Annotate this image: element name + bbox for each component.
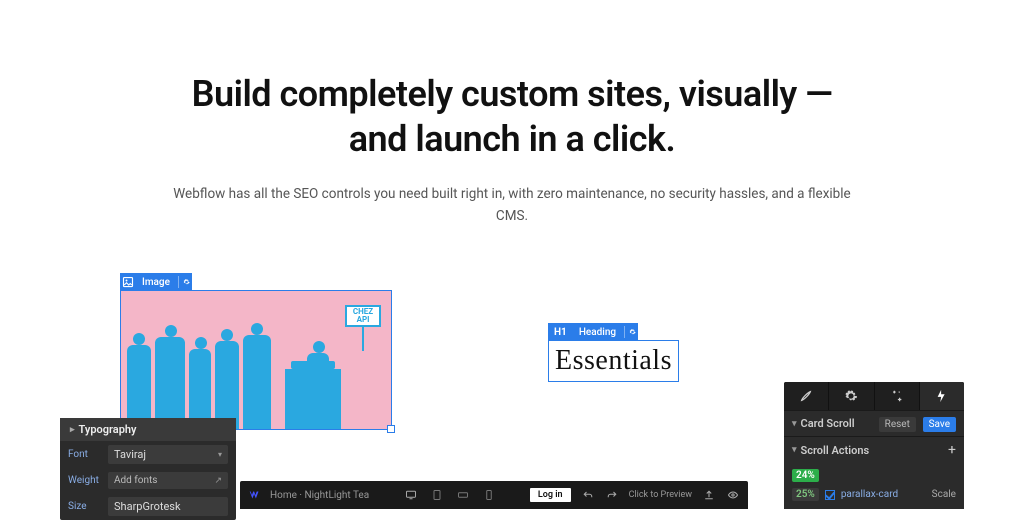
chevron-down-icon: ▾ (218, 450, 222, 459)
undo-icon[interactable] (581, 488, 595, 502)
redo-icon[interactable] (605, 488, 619, 502)
selection-tag-image[interactable]: Image (120, 273, 192, 291)
heading-text[interactable]: Essentials (555, 345, 672, 377)
keyframe-percent-2[interactable]: 25% (792, 488, 819, 501)
action-target-name[interactable]: parallax-card (841, 489, 926, 500)
gear-icon[interactable] (624, 326, 636, 338)
designer-topbar: Home · NightLight Tea Log in Click to Pr… (240, 481, 748, 509)
action-checkbox[interactable] (825, 490, 835, 500)
card-scroll-section[interactable]: Card Scroll (792, 417, 855, 430)
preview-hint: Click to Preview (629, 490, 692, 500)
page-title: Build completely custom sites, visually … (132, 72, 892, 162)
add-fonts-link[interactable]: Add fonts ↗ (108, 472, 228, 489)
size-label: Size (68, 501, 102, 512)
selected-heading-element[interactable]: H1 Heading Essentials (548, 340, 679, 382)
page-name[interactable]: Home · NightLight Tea (270, 490, 369, 501)
typography-panel[interactable]: Typography Font Taviraj ▾ Weight Add fon… (60, 418, 236, 520)
selection-tag-heading-label: Heading (575, 327, 620, 338)
hero-line-1: Build completely custom sites, visually … (192, 73, 833, 115)
font-select[interactable]: Taviraj ▾ (108, 445, 228, 464)
hero-subtitle: Webflow has all the SEO controls you nee… (162, 184, 862, 227)
tablet-icon[interactable] (430, 488, 444, 502)
login-button[interactable]: Log in (530, 488, 571, 502)
interactions-panel[interactable]: Card Scroll Reset Save Scroll Actions + … (784, 382, 964, 509)
tab-effects[interactable] (875, 382, 920, 410)
mobile-portrait-icon[interactable] (482, 488, 496, 502)
weight-label: Weight (68, 475, 102, 486)
typography-panel-header[interactable]: Typography (60, 418, 236, 441)
size-select[interactable]: SharpGrotesk (108, 497, 228, 516)
webflow-logo-icon[interactable] (248, 488, 262, 502)
keyframe-percent-1[interactable]: 24% (792, 469, 819, 482)
hero-line-2: and launch in a click. (349, 118, 676, 160)
image-icon (122, 276, 134, 288)
eye-icon[interactable] (726, 488, 740, 502)
tab-interactions[interactable] (920, 382, 964, 410)
selected-image-element[interactable]: Image CHEZ API CHEZ API (120, 290, 392, 430)
interactions-tabs (784, 382, 964, 410)
weight-value: Add fonts (114, 475, 157, 486)
mobile-landscape-icon[interactable] (456, 488, 470, 502)
external-link-icon: ↗ (214, 476, 222, 486)
reset-button[interactable]: Reset (879, 417, 916, 432)
font-label: Font (68, 449, 102, 460)
action-type-label: Scale (932, 489, 956, 500)
size-value: SharpGrotesk (114, 500, 181, 513)
illustration-sign: CHEZ API (345, 305, 381, 327)
save-button[interactable]: Save (923, 417, 956, 432)
desktop-icon[interactable] (404, 488, 418, 502)
selection-tag-label: Image (138, 277, 174, 288)
tab-brush[interactable] (784, 382, 829, 410)
heading-type-label: H1 (550, 327, 571, 338)
scroll-actions-section[interactable]: Scroll Actions (792, 444, 869, 457)
export-icon[interactable] (702, 488, 716, 502)
add-action-button[interactable]: + (948, 443, 956, 457)
selection-tag-heading[interactable]: H1 Heading (548, 323, 638, 341)
tab-settings[interactable] (829, 382, 874, 410)
gear-icon[interactable] (178, 276, 190, 288)
illustration-image: CHEZ API CHEZ API (121, 291, 391, 429)
font-value: Taviraj (114, 448, 146, 461)
